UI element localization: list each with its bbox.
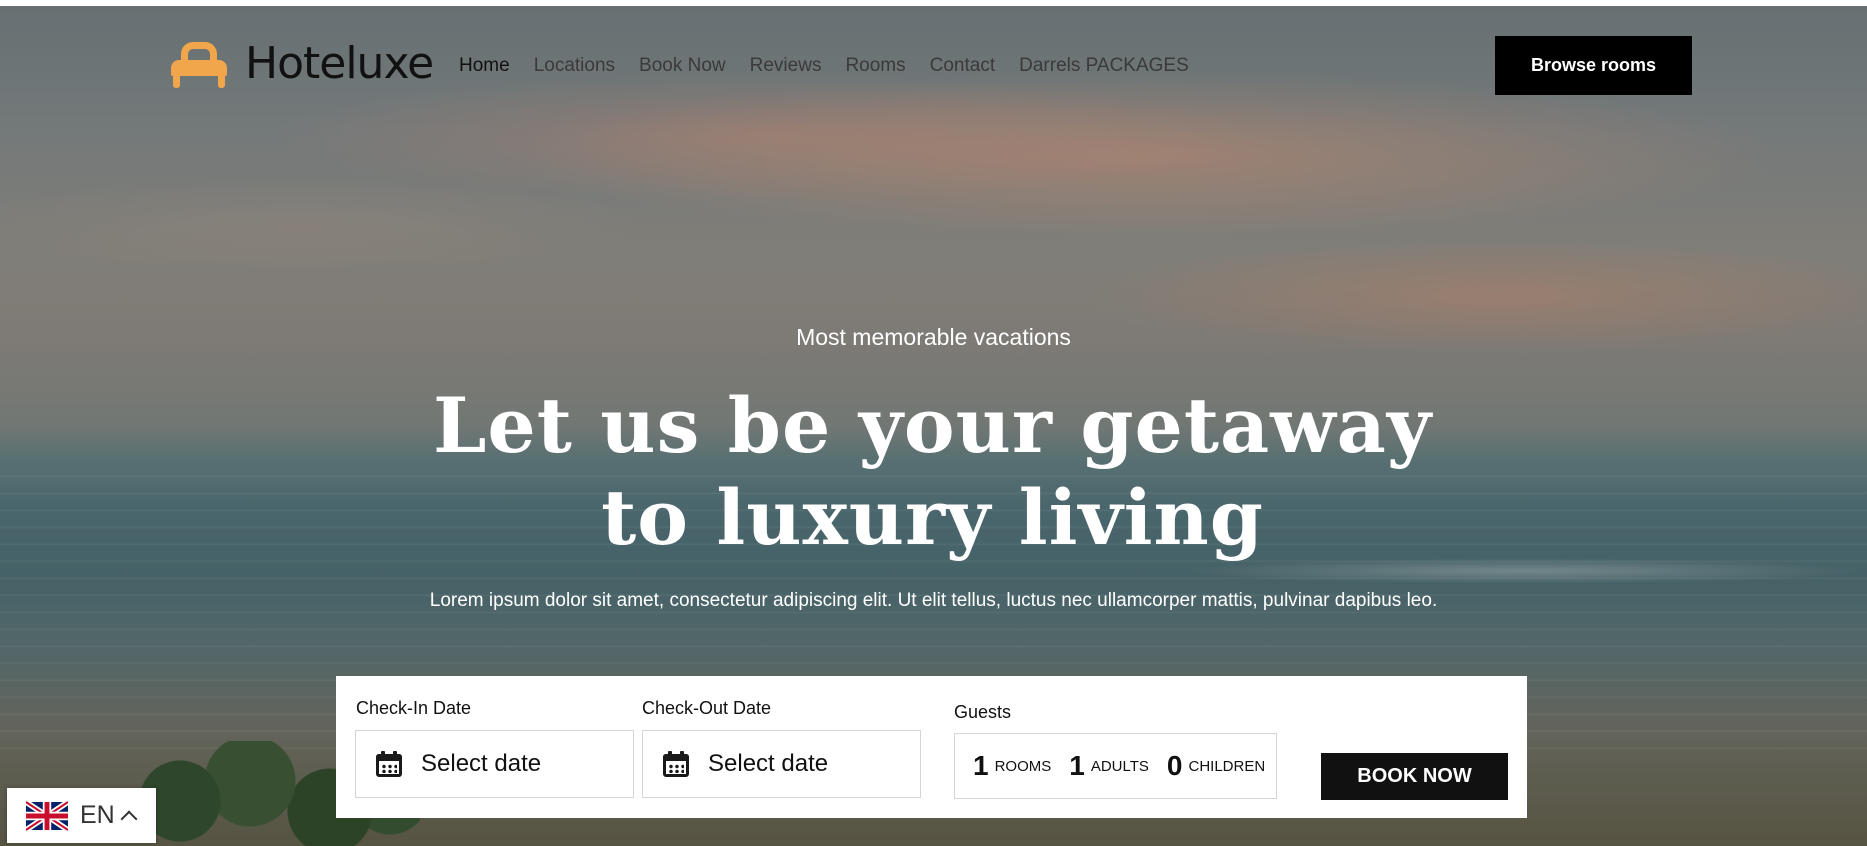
calendar-icon [376,751,402,777]
uk-flag-icon [26,799,68,832]
checkin-date-value: Select date [421,750,542,777]
checkin-label: Check-In Date [356,698,472,718]
hero-headline: Let us be your getaway to luxury living [432,381,1433,562]
nav-item-contact[interactable]: Contact [930,55,995,77]
nav-item-home[interactable]: Home [459,55,510,77]
book-now-button[interactable]: BOOK NOW [1321,753,1508,800]
guests-selector[interactable]: 1 ROOMS 1 ADULTS 0 CHILDREN [954,733,1277,799]
hero-eyebrow: Most memorable vacations [796,324,1071,350]
booking-form: Check-In Date Select date Check-Out Date… [336,676,1527,818]
nav-item-rooms[interactable]: Rooms [845,55,905,77]
rooms-label: ROOMS [994,757,1052,775]
calendar-icon [663,751,689,777]
nav-item-packages[interactable]: Darrels PACKAGES [1019,55,1189,77]
language-code: EN [80,801,115,829]
checkout-date-field[interactable]: Select date [642,730,921,798]
browse-rooms-button[interactable]: Browse rooms [1495,36,1692,95]
nav-item-book-now[interactable]: Book Now [639,55,726,77]
chevron-up-icon [120,810,138,827]
brand-logo[interactable]: Hoteluxe [171,38,434,90]
guests-label: Guests [954,702,1012,722]
adults-count: 1 [1069,750,1085,781]
nav-item-locations[interactable]: Locations [534,55,615,77]
children-label: CHILDREN [1188,757,1266,775]
rooms-count: 1 [973,750,989,781]
page: Hoteluxe Home Locations Book Now Reviews… [0,0,1867,846]
main-nav: Home Locations Book Now Reviews Rooms Co… [459,55,1189,77]
bed-icon [171,38,227,90]
adults-label: ADULTS [1090,757,1149,775]
brand-name: Hoteluxe [245,38,434,89]
nav-item-reviews[interactable]: Reviews [750,55,822,77]
language-switcher[interactable]: EN [7,788,156,843]
hero-subtext: Lorem ipsum dolor sit amet, consectetur … [429,590,1438,611]
checkout-date-value: Select date [708,750,829,777]
children-count: 0 [1166,750,1183,781]
checkout-label: Check-Out Date [642,698,772,718]
checkin-date-field[interactable]: Select date [355,730,634,798]
